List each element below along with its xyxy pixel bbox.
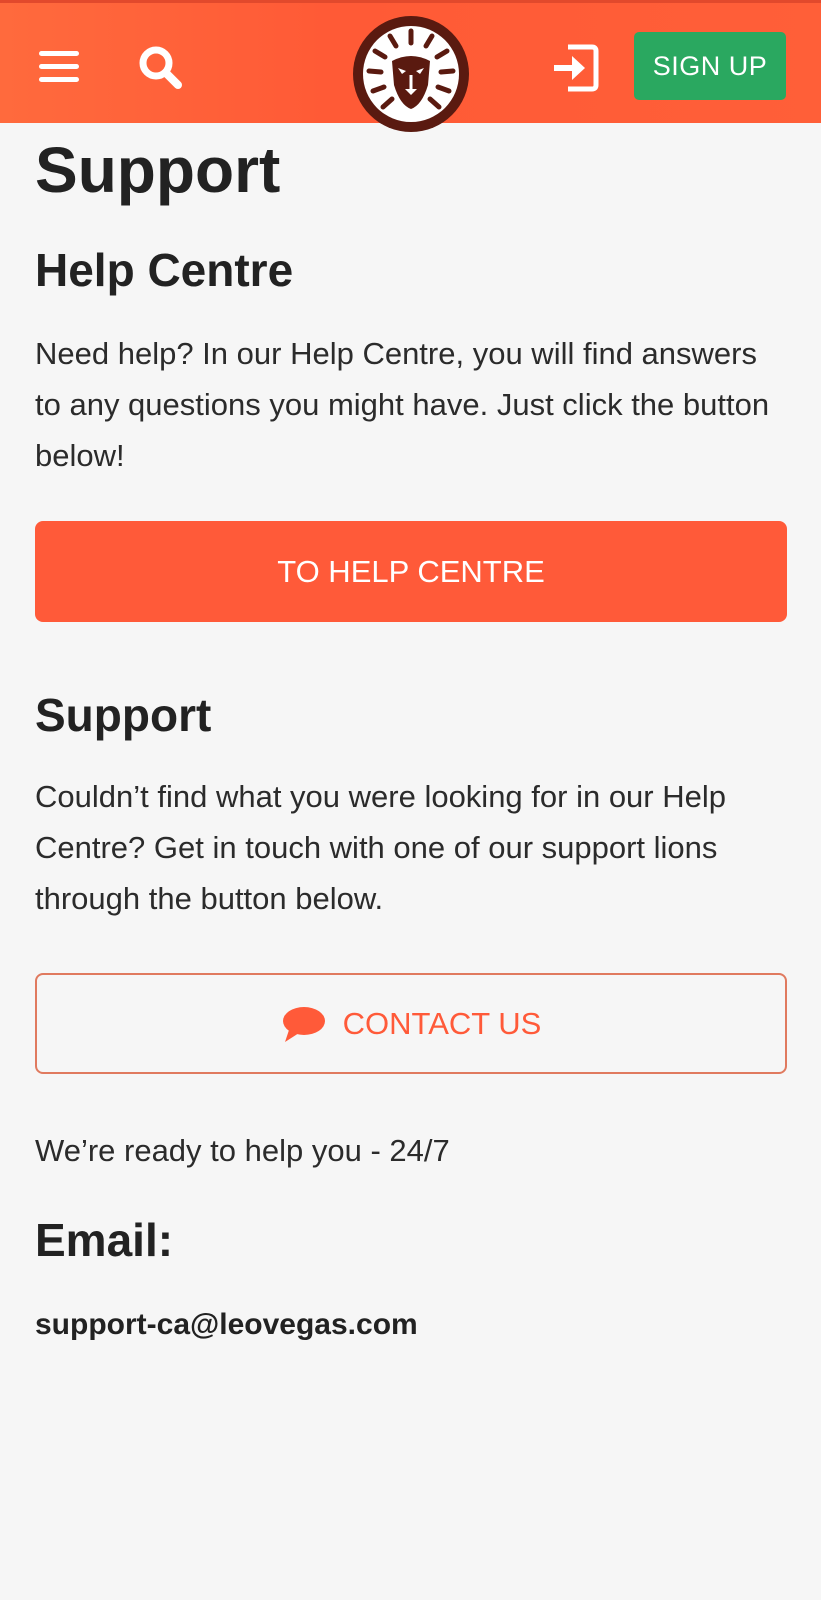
search-icon[interactable] (136, 43, 186, 93)
help-centre-heading: Help Centre (35, 244, 294, 296)
login-icon[interactable] (548, 43, 602, 93)
sign-up-button[interactable]: SIGN UP (634, 32, 786, 100)
contact-us-button[interactable]: CONTACT US (35, 973, 787, 1074)
support-text: Couldn’t find what you were looking for … (35, 779, 726, 916)
to-help-centre-button[interactable]: TO HELP CENTRE (35, 521, 787, 622)
hamburger-menu-icon[interactable] (36, 47, 82, 85)
availability-text: We’re ready to help you - 24/7 (35, 1133, 450, 1168)
chat-bubble-icon (282, 1006, 325, 1042)
help-centre-text: Need help? In our Help Centre, you will … (35, 336, 770, 473)
contact-us-label: CONTACT US (342, 1005, 542, 1041)
lion-logo[interactable] (350, 13, 472, 135)
top-header: SIGN UP (0, 0, 821, 132)
support-heading: Support (35, 689, 212, 741)
support-email[interactable]: support-ca@leovegas.com (35, 1308, 418, 1342)
email-heading: Email: (35, 1214, 174, 1266)
page-title: Support (35, 134, 281, 206)
